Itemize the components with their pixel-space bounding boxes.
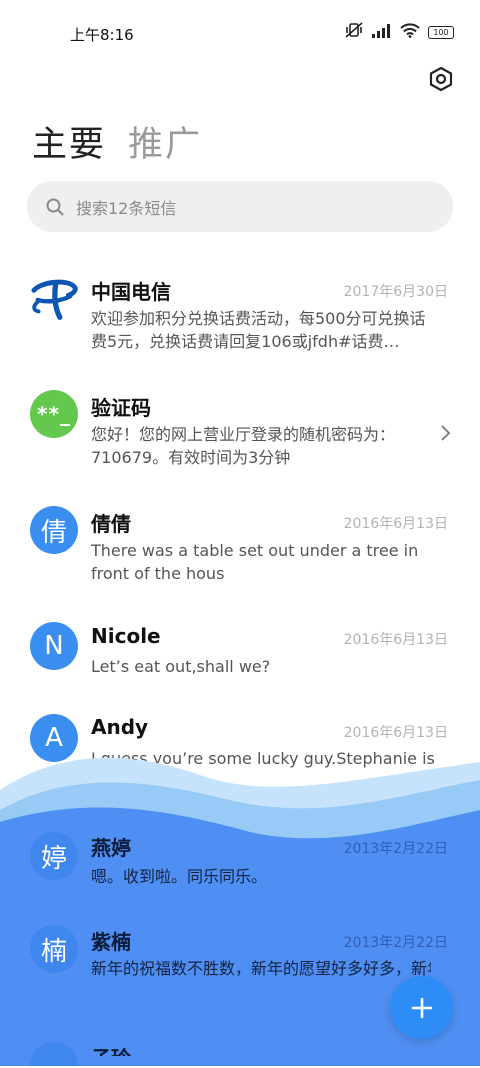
avatar: 倩 [30,506,78,554]
message-date: 2013年2月22日 [343,935,448,951]
contact-name: 紫楠 [91,930,131,954]
message-preview: 欢迎参加积分兑换话费活动，每500分可兑换话费5元，兑换话费请回复106或jfd… [91,309,426,351]
message-item-ziling[interactable]: 子玲 [0,1038,480,1068]
message-date: 2016年6月13日 [343,632,448,648]
message-item-nicole[interactable]: N Nicole 2016年6月13日 Let’s eat out,shall … [0,618,480,698]
message-preview: 您好！您的网上营业厅登录的随机密码为：710679。有效时间为3分钟 [91,425,396,467]
message-item-verification-code[interactable]: **_ 验证码 您好！您的网上营业厅登录的随机密码为：710679。有效时间为3… [0,386,480,486]
avatar: 楠 [30,925,78,973]
verification-code-icon: **_ [30,390,78,438]
message-item-yanting[interactable]: 婷 燕婷 2013年2月22日 嗯。收到啦。同乐同乐。 [0,828,480,908]
message-preview: There was a table set out under a tree i… [91,541,419,583]
settings-button[interactable] [428,66,454,92]
message-date: 2013年2月22日 [343,841,448,857]
contact-name: 验证码 [91,396,151,420]
avatar: A [30,714,78,762]
contact-name: 子玲 [91,1042,131,1056]
avatar: 婷 [30,832,78,880]
china-telecom-logo-icon [30,275,78,323]
status-time: 上午8:16 [70,26,134,44]
message-preview: 新年的祝福数不胜数，新年的愿望好多好多，新年的问候依旧美好，在这个温馨的时刻 [91,959,431,978]
chevron-right-icon [441,425,451,441]
contact-name: Nicole [91,624,161,648]
message-preview: I guess you’re some lucky guy.Stephanie … [91,749,435,791]
vibrate-off-icon [344,22,364,42]
status-icons: 100 [344,22,454,42]
message-tabs: 主要 推广 [32,116,202,167]
avatar [30,1042,78,1066]
wifi-icon [400,22,420,42]
settings-hexagon-icon [429,66,453,92]
contact-name: 燕婷 [91,836,131,860]
battery-icon: 100 [428,25,454,39]
contact-name: Andy [91,715,149,739]
tab-primary[interactable]: 主要 [32,116,106,167]
plus-icon [411,997,432,1018]
tab-promotions[interactable]: 推广 [128,116,202,167]
status-bar: 上午8:16 100 [0,0,480,66]
contact-name: 倩倩 [91,512,131,536]
contact-name: 中国电信 [91,280,171,304]
avatar: N [30,622,78,670]
search-bar[interactable]: 搜索12条短信 [27,181,453,232]
message-item-andy[interactable]: A Andy 2016年6月13日 I guess you’re some lu… [0,711,480,811]
message-item-qianqian[interactable]: 倩 倩倩 2016年6月13日 There was a table set ou… [0,502,480,602]
message-preview: Let’s eat out,shall we? [91,657,271,676]
message-date: 2017年6月30日 [343,284,448,300]
compose-message-button[interactable] [390,976,453,1039]
signal-icon [372,23,392,42]
message-date: 2016年6月13日 [343,725,448,741]
search-icon [46,198,64,215]
message-date: 2016年6月13日 [343,516,448,532]
message-preview: 嗯。收到啦。同乐同乐。 [91,867,268,886]
message-item-china-telecom[interactable]: 中国电信 2017年6月30日 欢迎参加积分兑换话费活动，每500分可兑换话费5… [0,270,480,370]
search-placeholder: 搜索12条短信 [76,198,177,218]
